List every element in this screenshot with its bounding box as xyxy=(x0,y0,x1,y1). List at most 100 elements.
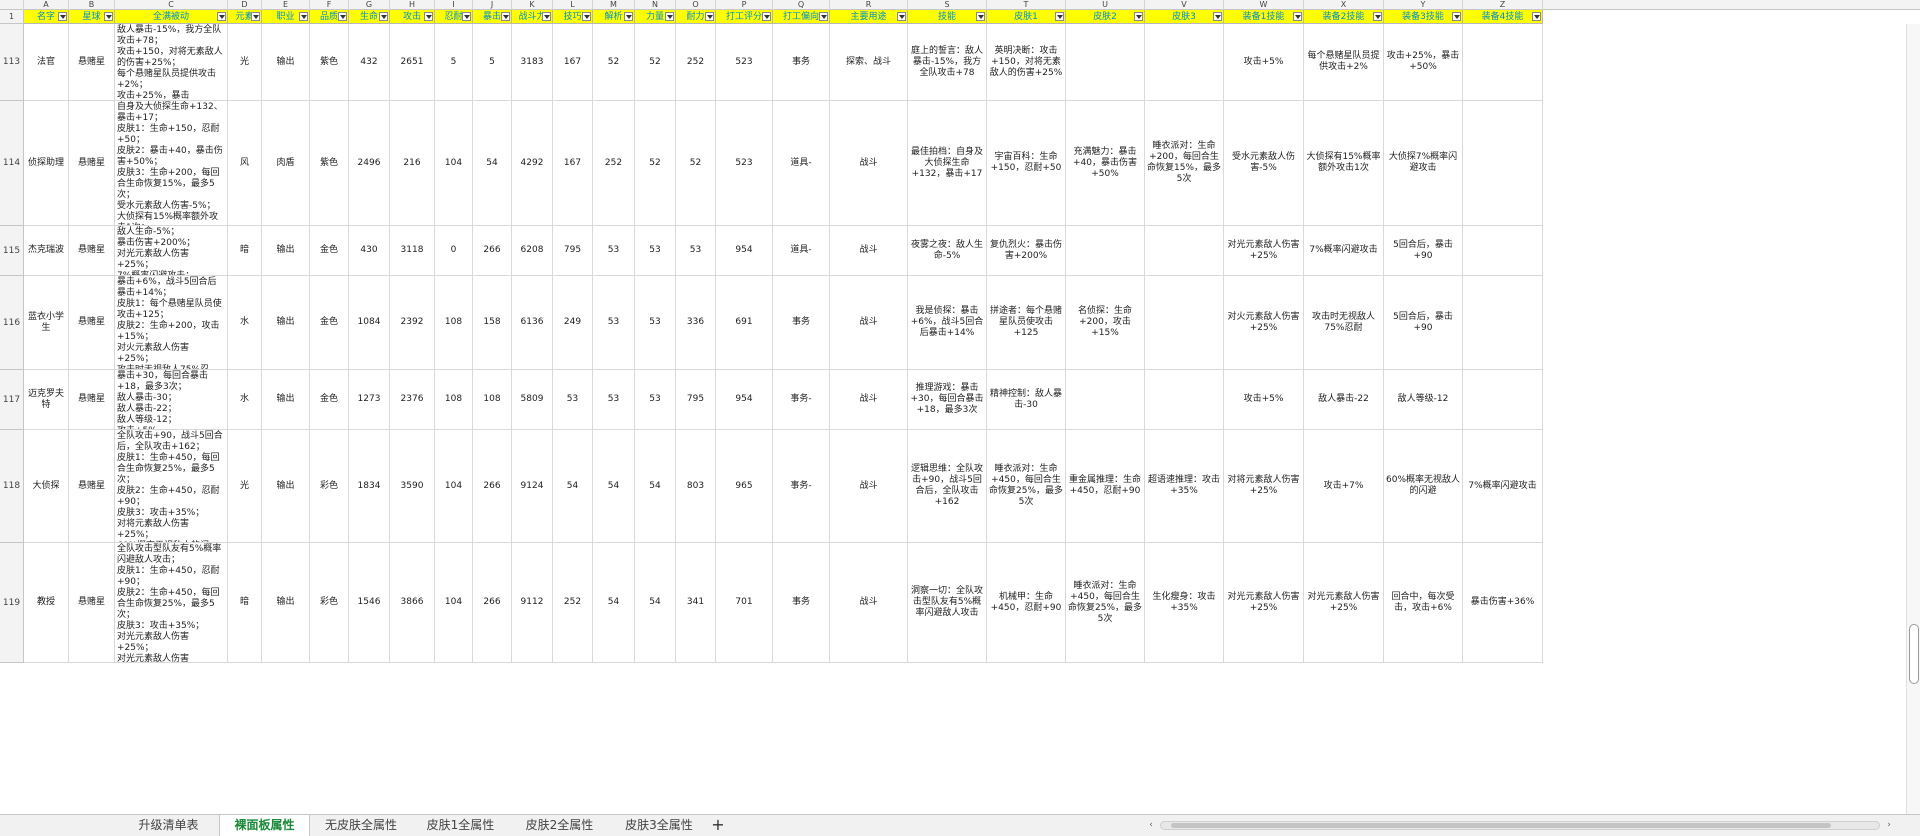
row-number[interactable]: 116 xyxy=(0,276,24,370)
table-cell[interactable]: 暗 xyxy=(228,543,262,663)
header-cell[interactable]: 品质 xyxy=(310,10,349,24)
table-cell[interactable]: 104 xyxy=(435,101,473,226)
table-cell[interactable]: 336 xyxy=(676,276,716,370)
table-cell[interactable]: 战斗 xyxy=(830,370,908,430)
table-cell[interactable]: 战斗 xyxy=(830,226,908,276)
table-cell[interactable]: 水 xyxy=(228,370,262,430)
table-cell[interactable]: 暗 xyxy=(228,226,262,276)
table-cell[interactable]: 战斗 xyxy=(830,430,908,543)
table-cell[interactable]: 光 xyxy=(228,24,262,101)
table-cell[interactable]: 1273 xyxy=(349,370,390,430)
table-cell[interactable]: 53 xyxy=(553,370,593,430)
table-cell[interactable]: 金色 xyxy=(310,276,349,370)
table-cell[interactable]: 954 xyxy=(716,226,773,276)
table-cell[interactable]: 受水元素敌人伤害-5% xyxy=(1224,101,1304,226)
horizontal-scroll-thumb[interactable] xyxy=(1171,823,1831,828)
table-cell[interactable]: 701 xyxy=(716,543,773,663)
table-cell[interactable]: 攻击+5% xyxy=(1224,24,1304,101)
table-cell[interactable]: 推理游戏：暴击+30，每回合暴击+18，最多3次 xyxy=(908,370,987,430)
column-letter[interactable]: Q xyxy=(773,0,830,10)
header-cell[interactable]: 打工评分 xyxy=(716,10,773,24)
filter-dropdown-icon[interactable] xyxy=(665,12,674,21)
table-cell[interactable]: 53 xyxy=(593,370,635,430)
header-cell[interactable]: 力量 xyxy=(635,10,676,24)
table-cell[interactable]: 7%概率闪避攻击 xyxy=(1304,226,1384,276)
table-cell[interactable] xyxy=(1145,276,1224,370)
row-number[interactable]: 1 xyxy=(0,10,24,24)
table-cell[interactable]: 3590 xyxy=(390,430,435,543)
column-letter[interactable]: T xyxy=(987,0,1066,10)
header-cell[interactable]: 星球 xyxy=(69,10,115,24)
header-cell[interactable]: 装备4技能 xyxy=(1463,10,1543,24)
table-cell[interactable]: 睡衣派对：生命+450，每回合生命恢复25%，最多5次 xyxy=(987,430,1066,543)
header-cell[interactable]: 技能 xyxy=(908,10,987,24)
column-letter[interactable]: P xyxy=(716,0,773,10)
table-cell[interactable]: 攻击时无视敌人75%忍耐 xyxy=(1304,276,1384,370)
filter-dropdown-icon[interactable] xyxy=(217,12,226,21)
table-cell[interactable]: 54 xyxy=(553,430,593,543)
horizontal-scrollbar[interactable] xyxy=(1160,821,1880,830)
filter-dropdown-icon[interactable] xyxy=(976,12,985,21)
table-cell[interactable]: 对光元素敌人伤害+25% xyxy=(1224,226,1304,276)
table-cell[interactable]: 暴击+6%，战斗5回合后暴击+14%； 皮肤1：每个悬赌星队员使攻击+125； … xyxy=(115,276,228,370)
table-cell[interactable]: 53 xyxy=(593,276,635,370)
table-cell[interactable]: 风 xyxy=(228,101,262,226)
table-cell[interactable]: 生化瘦身：攻击+35% xyxy=(1145,543,1224,663)
column-letter[interactable]: C xyxy=(115,0,228,10)
header-cell[interactable]: 生命 xyxy=(349,10,390,24)
table-cell[interactable]: 机械甲：生命+450，忍耐+90 xyxy=(987,543,1066,663)
row-number[interactable]: 117 xyxy=(0,370,24,430)
table-cell[interactable]: 自身及大侦探生命+132、暴击+17； 皮肤1：生命+150，忍耐+50； 皮肤… xyxy=(115,101,228,226)
table-cell[interactable]: 敌人等级-12 xyxy=(1384,370,1463,430)
table-cell[interactable]: 事务- xyxy=(773,370,830,430)
table-cell[interactable]: 216 xyxy=(390,101,435,226)
table-cell[interactable]: 252 xyxy=(553,543,593,663)
table-cell[interactable] xyxy=(1145,370,1224,430)
filter-dropdown-icon[interactable] xyxy=(58,12,67,21)
table-cell[interactable]: 蓝衣小学生 xyxy=(24,276,69,370)
scroll-left-arrow-icon[interactable]: ‹ xyxy=(1146,820,1156,830)
table-cell[interactable]: 悬赌星 xyxy=(69,370,115,430)
filter-dropdown-icon[interactable] xyxy=(299,12,308,21)
table-cell[interactable]: 9124 xyxy=(512,430,553,543)
filter-dropdown-icon[interactable] xyxy=(1373,12,1382,21)
table-cell[interactable]: 795 xyxy=(676,370,716,430)
table-cell[interactable]: 60%概率无视敌人的闪避 xyxy=(1384,430,1463,543)
header-cell[interactable]: 皮肤3 xyxy=(1145,10,1224,24)
table-cell[interactable]: 1084 xyxy=(349,276,390,370)
table-cell[interactable]: 精神控制：敌人暴击-30 xyxy=(987,370,1066,430)
header-cell[interactable]: 皮肤2 xyxy=(1066,10,1145,24)
table-cell[interactable]: 光 xyxy=(228,430,262,543)
table-cell[interactable]: 432 xyxy=(349,24,390,101)
table-cell[interactable]: 悬赌星 xyxy=(69,276,115,370)
table-cell[interactable]: 肉盾 xyxy=(262,101,310,226)
table-cell[interactable]: 167 xyxy=(553,101,593,226)
table-cell[interactable]: 战斗 xyxy=(830,276,908,370)
filter-dropdown-icon[interactable] xyxy=(338,12,347,21)
table-cell[interactable] xyxy=(1066,24,1145,101)
table-cell[interactable]: 最佳拍档：自身及大侦探生命+132，暴击+17 xyxy=(908,101,987,226)
table-cell[interactable]: 输出 xyxy=(262,370,310,430)
table-cell[interactable] xyxy=(1145,226,1224,276)
table-cell[interactable]: 攻击+5% xyxy=(1224,370,1304,430)
table-cell[interactable]: 敌人生命-5%； 暴击伤害+200%； 对光元素敌人伤害+25%； 7%概率闪避… xyxy=(115,226,228,276)
vertical-scrollbar[interactable] xyxy=(1906,24,1920,814)
table-cell[interactable]: 杰克瑞波 xyxy=(24,226,69,276)
table-cell[interactable]: 道具- xyxy=(773,226,830,276)
header-cell[interactable]: 装备2技能 xyxy=(1304,10,1384,24)
filter-dropdown-icon[interactable] xyxy=(379,12,388,21)
column-letter[interactable]: O xyxy=(676,0,716,10)
table-cell[interactable]: 795 xyxy=(553,226,593,276)
table-cell[interactable]: 悬赌星 xyxy=(69,24,115,101)
table-cell[interactable]: 英明决断：攻击+150，对将无素敌人的伤害+25% xyxy=(987,24,1066,101)
column-letter[interactable]: W xyxy=(1224,0,1304,10)
table-cell[interactable]: 悬赌星 xyxy=(69,101,115,226)
table-cell[interactable]: 3866 xyxy=(390,543,435,663)
table-cell[interactable]: 53 xyxy=(635,276,676,370)
table-cell[interactable]: 充满魅力：暴击+40，暴击伤害+50% xyxy=(1066,101,1145,226)
table-cell[interactable]: 水 xyxy=(228,276,262,370)
table-cell[interactable] xyxy=(1066,370,1145,430)
column-letter[interactable]: I xyxy=(435,0,473,10)
table-cell[interactable]: 大侦探 xyxy=(24,430,69,543)
table-cell[interactable]: 52 xyxy=(593,24,635,101)
